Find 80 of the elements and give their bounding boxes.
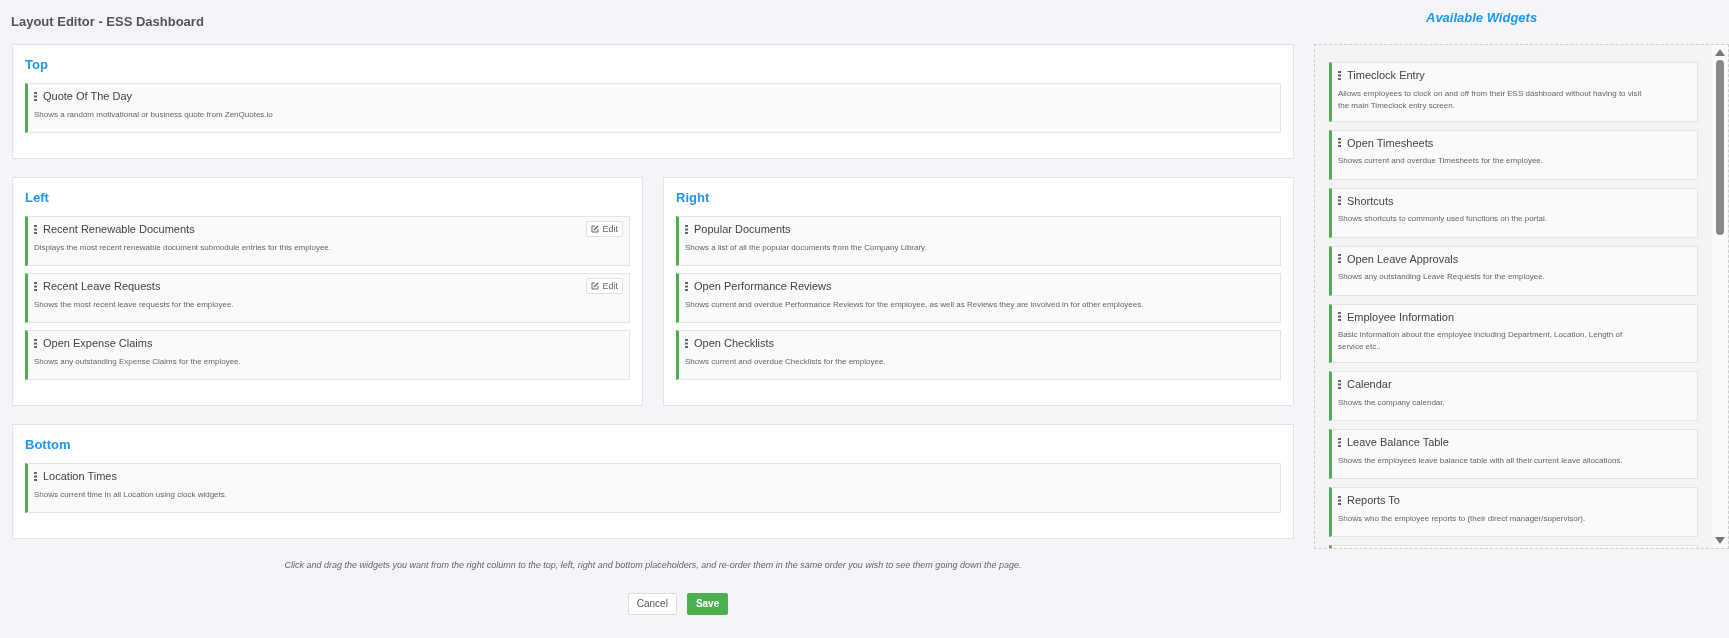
drag-handle-icon[interactable] <box>1338 196 1341 206</box>
widget-card[interactable]: Location Times Shows current time in all Location using clock widgets. <box>25 463 1281 513</box>
drag-handle-icon[interactable] <box>685 281 688 291</box>
widget-title: Recent Leave Requests <box>43 279 161 294</box>
widget-description: Shows any outstanding Expense Claims for the employee. <box>34 355 242 368</box>
widget-title: Open Expense Claims <box>43 336 153 351</box>
widget-description: Shows the most recent leave requests for the employee. <box>34 298 235 311</box>
widget-description: Shows current and overdue Checklists for the employee. <box>685 355 887 368</box>
widget-title: Open Leave Approvals <box>1347 251 1459 267</box>
drag-handle-icon[interactable] <box>34 91 37 101</box>
widget-description: Basic information about the employee including Department, Location, Length of service etc.. <box>1338 329 1624 353</box>
drag-handle-icon[interactable] <box>685 224 688 234</box>
widget-title: Quote Of The Day <box>43 89 133 104</box>
widget-title: Recent Renewable Documents <box>43 222 195 237</box>
drag-handle-icon[interactable] <box>34 224 37 234</box>
widget-description: Shows current and overdue Timesheets for the employee. <box>1338 155 1544 167</box>
drag-handle-icon[interactable] <box>34 338 37 348</box>
edit-button[interactable]: Edit <box>586 221 623 238</box>
widget-description: Shows current and overdue Performance Reviews for the employee, as well as Reviews they are involved in for other employees. <box>685 298 1145 311</box>
drag-handle-icon[interactable] <box>34 281 37 291</box>
drag-handle-icon[interactable] <box>1338 138 1341 148</box>
widget-title: Employee Information <box>1347 309 1454 325</box>
widget-title: Timeclock Entry <box>1347 68 1425 83</box>
widget-title: Leave Balance Table <box>1347 435 1449 450</box>
panel-heading: Right <box>676 189 711 206</box>
widget-card[interactable]: Open Timesheets Shows current and overdue Timesheets for the employee. <box>1329 129 1698 180</box>
edit-icon <box>591 225 600 234</box>
widget-title: Open Timesheets <box>1347 135 1434 151</box>
widget-card[interactable]: Recent Renewable Documents Edit Displays the most recent renewable document submodule entries for this employee. <box>25 216 630 266</box>
panel-heading: Bottom <box>25 436 72 453</box>
widget-card[interactable]: Calendar Shows the company calendar. <box>1329 371 1698 421</box>
cancel-button[interactable]: Cancel <box>627 592 677 615</box>
widget-description: Shows a random motivational or business quote from ZenQuotes.io <box>34 108 274 121</box>
widget-card[interactable]: Reports To Shows who the employee reports to (their direct manager/supervisor). <box>1329 487 1698 537</box>
widget-card[interactable]: Leave Balance Table Shows the employees leave balance table with all their current leave allocations. <box>1329 429 1698 479</box>
widget-description: Shows who the employee reports to (their direct manager/supervisor). <box>1338 512 1587 525</box>
widget-card[interactable]: Employee Information Basic information about the employee including Department, Location, Length of service etc.. <box>1329 303 1698 363</box>
widget-card[interactable]: Quote Of The Day Shows a random motivational or business quote from ZenQuotes.io <box>25 83 1281 133</box>
page-title: Layout Editor - ESS Dashboard <box>11 13 204 32</box>
widget-card[interactable]: Recent Leave Requests Edit Shows the most recent leave requests for the employee. <box>25 273 630 323</box>
scroll-up-icon[interactable] <box>1715 49 1725 56</box>
scroll-down-icon[interactable] <box>1715 537 1725 544</box>
drag-handle-icon[interactable] <box>1338 379 1341 389</box>
widget-card[interactable]: Open Expense Claims Shows any outstanding Expense Claims for the employee. <box>25 330 630 380</box>
drag-handle-icon[interactable] <box>1338 254 1341 264</box>
widget-title: Shortcuts <box>1347 193 1394 209</box>
widget-card[interactable]: Timeclock Entry Allows employees to clock on and off from their ESS dashboard without having to visit the main Timeclock entry screen. <box>1329 62 1698 122</box>
drag-handle-icon[interactable] <box>685 338 688 348</box>
widget-title: Reports To <box>1347 493 1400 508</box>
edit-button[interactable]: Edit <box>586 278 623 295</box>
widget-card[interactable]: Open Leave Approvals Shows any outstanding Leave Requests for the employee. <box>1329 245 1698 296</box>
widget-description: Shows the employees leave balance table with all their current leave allocations. <box>1338 454 1624 467</box>
widget-title: Open Checklists <box>694 336 775 351</box>
widget-description: Allows employees to clock on and off from their ESS dashboard without having to visit the main Timeclock entry screen. <box>1338 87 1643 112</box>
panel-heading: Top <box>25 56 49 73</box>
widget-description: Shows the company calendar. <box>1338 396 1446 409</box>
widget-title: Popular Documents <box>694 222 791 237</box>
help-text: Click and drag the widgets you want from the right column to the top, left, right and bottom placeholders, and re-order them in the same order you wish to see them going down the page. <box>284 559 1022 572</box>
widget-card[interactable]: Open Performance Reviews Shows current and overdue Performance Reviews for the employee, as well as Reviews they are involved in for other employees. <box>676 273 1281 323</box>
widget-description: Shows shortcuts to commonly used functions on the portal. <box>1338 213 1548 225</box>
widget-description: Shows current time in all Location using clock widgets. <box>34 488 228 501</box>
widget-title: Location Times <box>43 469 117 484</box>
widget-card[interactable]: Popular Documents Shows a list of all the popular documents from the Company Library. <box>676 216 1281 266</box>
edit-icon <box>591 282 600 291</box>
widget-title: Calendar <box>1347 377 1392 392</box>
scrollbar[interactable] <box>1712 45 1728 548</box>
widget-description: Shows a list of all the popular documents from the Company Library. <box>685 241 928 254</box>
drag-handle-icon[interactable] <box>34 471 37 481</box>
drag-handle-icon[interactable] <box>1338 437 1341 447</box>
scrollbar-thumb[interactable] <box>1716 60 1724 235</box>
drag-handle-icon[interactable] <box>1338 495 1341 505</box>
drag-handle-icon[interactable] <box>1338 70 1341 80</box>
widget-description: Shows any outstanding Leave Requests for the employee. <box>1338 271 1546 283</box>
widget-card[interactable]: Shortcuts Shows shortcuts to commonly used functions on the portal. <box>1329 187 1698 238</box>
widget-description: Displays the most recent renewable document submodule entries for this employee. <box>34 241 333 254</box>
drag-handle-icon[interactable] <box>1338 312 1341 322</box>
widget-title: Open Performance Reviews <box>694 279 832 294</box>
available-widgets-heading: Available Widgets <box>1426 9 1538 28</box>
panel-heading: Left <box>25 189 50 206</box>
widget-card[interactable]: Open Checklists Shows current and overdue Checklists for the employee. <box>676 330 1281 380</box>
